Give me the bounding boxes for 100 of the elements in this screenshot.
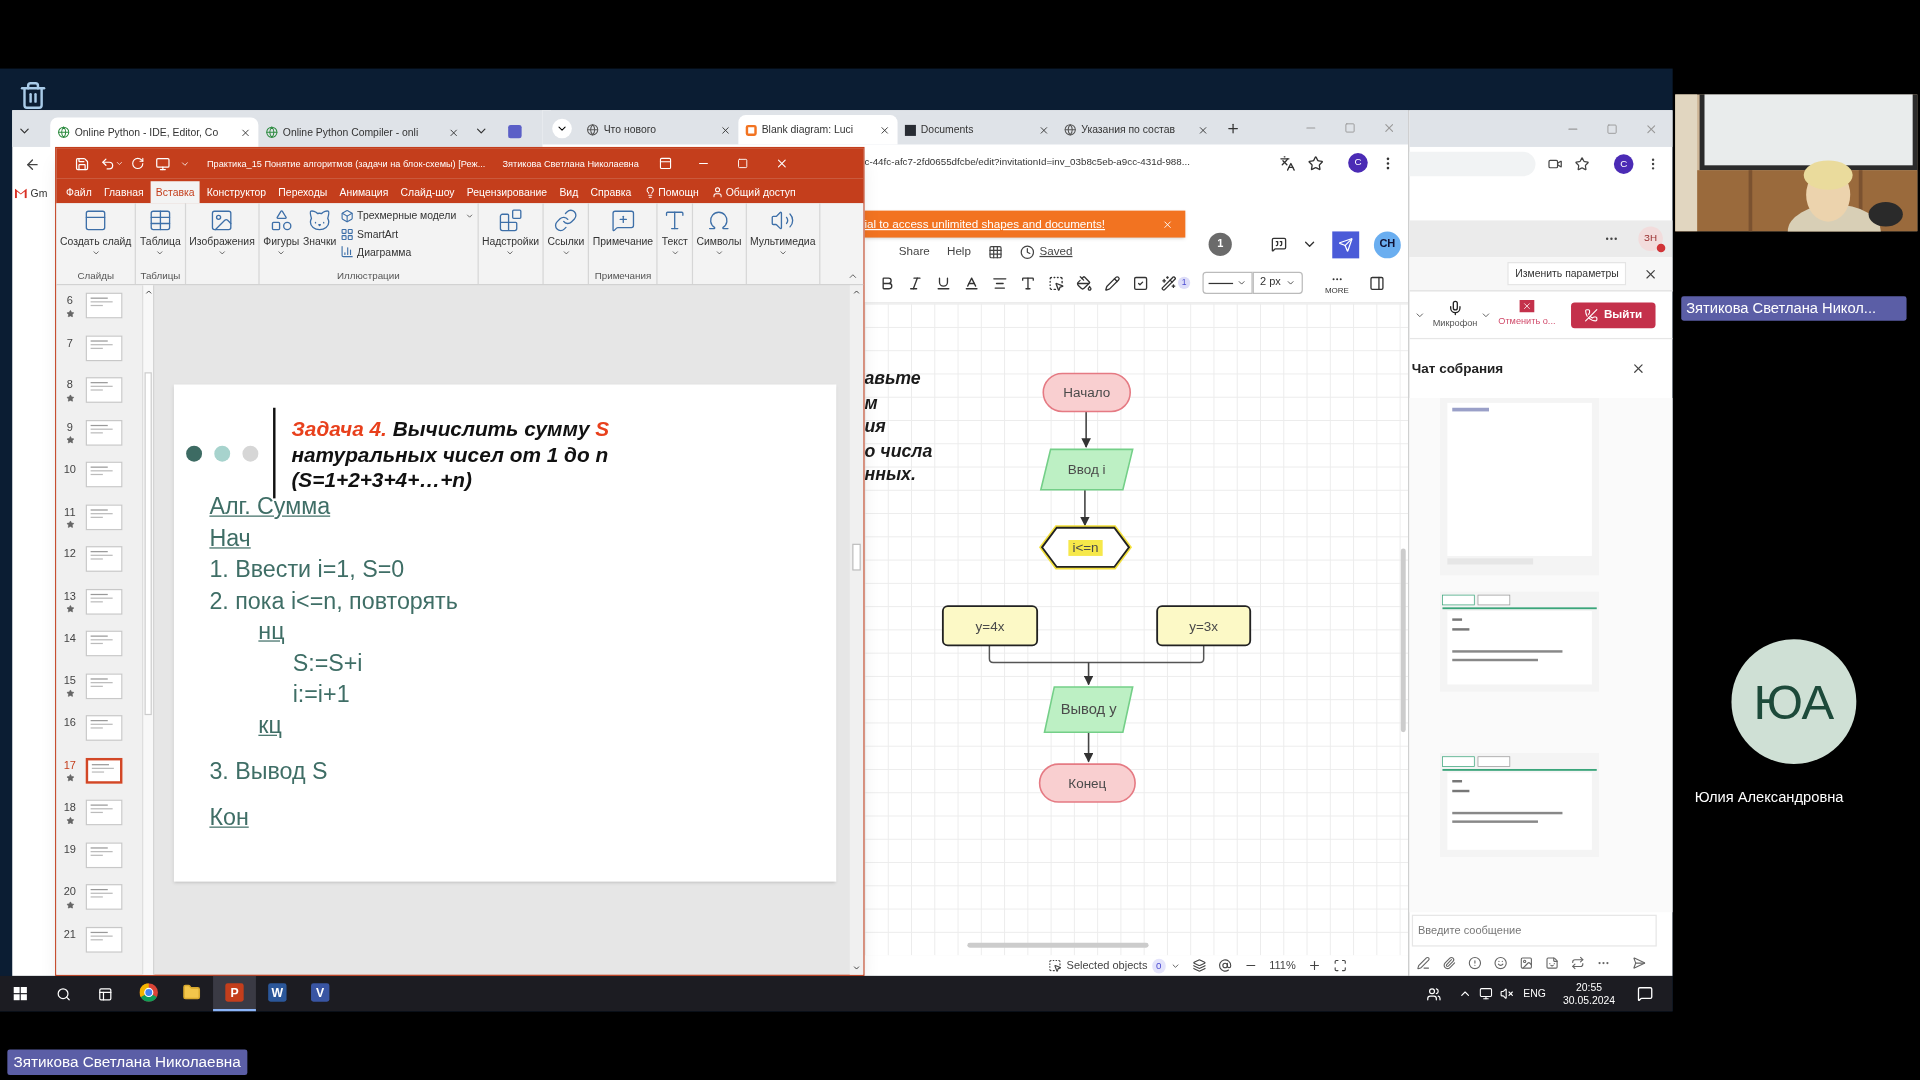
ribbon-button[interactable]: Текст — [661, 208, 688, 258]
slide-thumbnail[interactable] — [85, 799, 123, 826]
slide-thumbnail[interactable] — [85, 630, 123, 657]
slide-thumbnail[interactable] — [85, 292, 123, 319]
caret-icon[interactable] — [115, 159, 124, 168]
ribbon-tab[interactable]: Рецензирование — [461, 181, 553, 204]
start-icon[interactable] — [13, 986, 27, 1001]
share-send-button[interactable] — [1332, 230, 1360, 258]
fill-color-icon[interactable] — [1076, 274, 1093, 291]
taskbar-app[interactable]: V — [298, 975, 342, 1012]
ribbon-tab[interactable]: Вставка — [150, 181, 200, 204]
profile-avatar[interactable]: C — [1613, 154, 1634, 174]
ribbon-button[interactable]: Диаграмма — [339, 244, 474, 260]
scrollbar-thumb[interactable] — [852, 543, 861, 570]
ribbon-button[interactable]: Надстройки — [481, 208, 540, 258]
change-settings-button[interactable]: Изменить параметры — [1507, 262, 1627, 286]
people-icon[interactable] — [1426, 986, 1442, 1002]
slide-thumbnail[interactable] — [85, 926, 123, 953]
slide-thumbnail[interactable] — [85, 672, 123, 699]
saved-status[interactable]: Saved — [1019, 242, 1073, 261]
recycle-bin-icon[interactable] — [18, 79, 48, 112]
slide-thumbnail[interactable] — [85, 503, 123, 530]
ribbon-button[interactable]: Значки — [302, 208, 337, 248]
zoom-in-icon[interactable] — [1308, 958, 1322, 973]
terminal-node[interactable]: Конец — [1038, 763, 1136, 803]
ribbon-tab[interactable]: Справка — [585, 181, 637, 204]
menu-item[interactable]: Help — [947, 242, 971, 261]
address-field[interactable] — [1409, 151, 1536, 177]
style-icon[interactable] — [1132, 274, 1149, 291]
emoji-icon[interactable] — [1493, 955, 1508, 970]
line-style-dropdown[interactable] — [1202, 271, 1253, 294]
translate-icon[interactable] — [1279, 154, 1296, 171]
important-icon[interactable] — [1468, 955, 1482, 970]
slide-thumbnail[interactable] — [85, 588, 123, 615]
task-view-icon[interactable] — [97, 986, 113, 1002]
browser-tab[interactable]: Что нового — [579, 115, 739, 145]
terminal-node[interactable]: Начало — [1042, 372, 1131, 413]
slide-thumbnail[interactable] — [85, 546, 123, 572]
scrollbar-thumb[interactable] — [144, 372, 152, 716]
bookmark-label[interactable]: Gm — [30, 185, 48, 202]
slide-thumbnail[interactable] — [85, 841, 123, 868]
browser-tab[interactable]: Online Python Compiler - onli — [258, 117, 467, 147]
close-icon[interactable] — [720, 124, 732, 136]
input-output-node[interactable]: Вывод y — [1043, 686, 1134, 734]
slide-thumbnail[interactable] — [85, 757, 123, 784]
grid-icon[interactable] — [988, 244, 1003, 259]
microphone-button[interactable]: Микрофон — [1432, 299, 1478, 330]
slide-thumbnail[interactable] — [85, 884, 123, 910]
ribbon-tab[interactable]: Переходы — [273, 181, 333, 204]
magic-wand-icon[interactable] — [1160, 274, 1177, 291]
send-icon[interactable] — [1632, 955, 1646, 970]
close-icon[interactable] — [1631, 361, 1646, 376]
slideshow-icon[interactable] — [155, 156, 171, 171]
taskbar-app[interactable]: W — [255, 975, 299, 1012]
scroll-up-icon[interactable] — [143, 287, 153, 297]
back-icon[interactable] — [24, 156, 41, 173]
zoom-level[interactable]: 111% — [1269, 957, 1296, 974]
slide-thumbnail[interactable] — [85, 334, 123, 361]
attach-icon[interactable] — [1442, 955, 1456, 970]
language-indicator[interactable]: ENG — [1523, 985, 1546, 1002]
profile-avatar[interactable]: C — [1348, 153, 1368, 173]
slide-thumbnail[interactable] — [85, 377, 123, 403]
redo-icon[interactable] — [131, 156, 145, 171]
font-color-icon[interactable] — [963, 274, 980, 291]
ribbon-display-icon[interactable] — [658, 156, 672, 171]
loop-icon[interactable] — [1571, 955, 1585, 970]
notification-badge[interactable]: 1 — [1208, 232, 1232, 256]
tab-list-button[interactable] — [552, 118, 572, 139]
fullscreen-icon[interactable] — [1333, 958, 1348, 973]
new-tab-icon[interactable] — [1225, 121, 1241, 136]
layers-icon[interactable] — [1192, 958, 1206, 973]
search-icon[interactable] — [56, 986, 71, 1002]
menu-item[interactable]: Share — [898, 242, 930, 261]
help-search[interactable]: Помощн — [638, 181, 704, 204]
line-width-stepper[interactable]: 2 px — [1252, 271, 1303, 294]
ribbon-button[interactable]: SmartArt — [339, 226, 474, 242]
save-icon[interactable] — [74, 156, 90, 171]
slide-thumbnail[interactable] — [85, 715, 123, 741]
user-avatar[interactable]: ЗН — [1638, 226, 1663, 251]
selected-objects-dropdown[interactable]: Selected objects 0 — [1048, 957, 1180, 974]
ribbon-tab[interactable]: Главная — [99, 181, 149, 204]
ribbon-button[interactable]: Фигуры — [263, 208, 300, 258]
bookmark-star-icon[interactable] — [1574, 156, 1590, 172]
share-button[interactable]: Общий доступ — [706, 181, 801, 204]
line-color-icon[interactable] — [1104, 274, 1121, 291]
ribbon-button[interactable]: Создать слайд — [60, 208, 132, 258]
frame-icon[interactable] — [1048, 274, 1065, 291]
ribbon-tab[interactable]: Слайд-шоу — [395, 181, 460, 204]
undo-icon[interactable] — [100, 156, 116, 171]
notifications-icon[interactable] — [1637, 985, 1654, 1002]
browser-tab[interactable]: Указания по состав — [1056, 115, 1216, 145]
format-icon[interactable] — [1416, 955, 1431, 970]
message-input[interactable]: Введите сообщение — [1411, 914, 1657, 947]
process-node[interactable]: y=4x — [941, 605, 1039, 647]
ribbon-button[interactable]: Мультимедиа — [750, 208, 816, 258]
slide-thumbnail[interactable] — [85, 461, 123, 488]
ribbon-button[interactable]: Трехмерные модели — [339, 208, 474, 224]
close-icon[interactable] — [448, 126, 460, 138]
ribbon-button[interactable]: Ссылки — [547, 208, 585, 258]
horizontal-scrollbar[interactable] — [967, 942, 1149, 948]
